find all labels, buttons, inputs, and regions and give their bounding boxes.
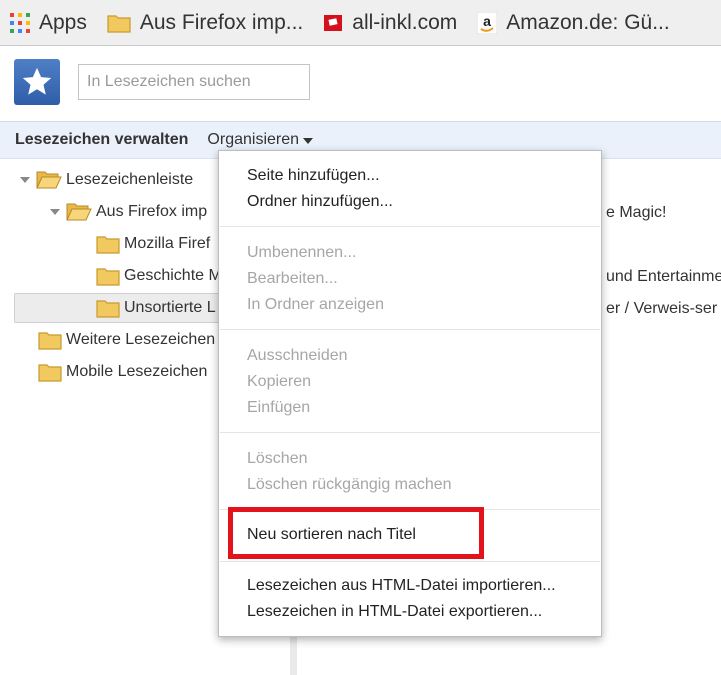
tree-item-label: Geschichte M <box>124 267 222 284</box>
apps-grid-icon <box>10 12 30 33</box>
tree-item-label: Mobile Lesezeichen <box>66 363 208 380</box>
organize-dropdown-menu: Seite hinzufügen... Ordner hinzufügen...… <box>218 150 602 637</box>
tree-item-geschichte[interactable]: Geschichte M <box>96 261 222 291</box>
tree-item-label: Aus Firefox imp <box>96 203 208 220</box>
chevron-down-icon <box>303 138 314 144</box>
svg-text:a: a <box>483 13 491 29</box>
amazon-logo-icon: a <box>477 11 498 34</box>
menu-item-export-html[interactable]: Lesezeichen in HTML-Datei exportieren... <box>247 603 542 621</box>
tree-item-label: Lesezeichenleiste <box>66 171 194 188</box>
header <box>0 47 721 121</box>
menu-separator <box>220 561 600 562</box>
bookmark-label: Amazon.de: Gü... <box>506 10 670 34</box>
menu-item-rename: Umbenennen... <box>247 244 357 261</box>
menu-item-cut: Ausschneiden <box>247 347 348 364</box>
open-folder-icon <box>36 170 62 190</box>
menu-item-import-html[interactable]: Lesezeichen aus HTML-Datei importieren..… <box>247 577 556 595</box>
expand-triangle-icon[interactable] <box>50 209 60 215</box>
bookmark-amazon[interactable]: a Amazon.de: Gü... <box>467 0 679 46</box>
tree-item-mobile[interactable]: Mobile Lesezeichen <box>38 357 207 387</box>
menu-item-copy: Kopieren <box>247 373 312 390</box>
folder-icon <box>38 330 62 350</box>
bookmark-list-item[interactable]: er / Verweis-ser <box>606 300 717 318</box>
tree-item-mozilla[interactable]: Mozilla Firef <box>96 229 210 259</box>
open-folder-icon <box>66 202 92 222</box>
tree-item-aus-firefox[interactable]: Aus Firefox imp <box>50 197 207 227</box>
organize-menu-button[interactable]: Organisieren <box>207 131 314 149</box>
menu-item-edit: Bearbeiten... <box>247 270 338 287</box>
menu-item-add-folder[interactable]: Ordner hinzufügen... <box>247 193 393 211</box>
tree-item-label: Weitere Lesezeichen <box>66 331 216 348</box>
folder-icon <box>96 266 120 286</box>
menu-item-delete: Löschen <box>247 450 308 467</box>
organize-label: Organisieren <box>207 131 300 148</box>
all-inkl-logo-icon <box>323 13 343 33</box>
menu-item-undo-delete: Löschen rückgängig machen <box>247 476 452 493</box>
menu-item-add-page[interactable]: Seite hinzufügen... <box>247 167 380 185</box>
folder-icon <box>38 362 62 382</box>
bookmarks-star-logo <box>14 59 60 105</box>
menu-separator <box>220 329 600 330</box>
page-title: Lesezeichen verwalten <box>15 131 189 148</box>
menu-item-paste: Einfügen <box>247 399 311 416</box>
bookmark-label: all-inkl.com <box>352 10 458 34</box>
tree-item-weitere[interactable]: Weitere Lesezeichen <box>38 325 215 355</box>
tree-item-lesezeichenleiste[interactable]: Lesezeichenleiste <box>20 165 193 195</box>
folder-icon <box>107 13 131 33</box>
folder-icon <box>96 298 120 318</box>
bookmark-firefox-folder[interactable]: Aus Firefox imp... <box>97 0 313 46</box>
bookmark-label: Apps <box>39 10 87 34</box>
bookmark-list-item[interactable]: und Entertainme <box>606 268 721 286</box>
expand-triangle-icon[interactable] <box>20 177 30 183</box>
bookmark-list-item[interactable]: e Magic! <box>606 204 666 222</box>
menu-item-show-in-folder: In Ordner anzeigen <box>247 296 384 313</box>
bookmark-all-inkl[interactable]: all-inkl.com <box>313 0 467 46</box>
bookmark-apps[interactable]: Apps <box>0 0 97 46</box>
search-input[interactable] <box>78 64 310 100</box>
folder-icon <box>96 234 120 254</box>
tree-item-label: Mozilla Firef <box>124 235 211 252</box>
menu-separator <box>220 226 600 227</box>
bookmark-label: Aus Firefox imp... <box>139 10 304 34</box>
tree-item-label: Unsortierte L <box>124 299 216 316</box>
menu-separator <box>220 432 600 433</box>
bookmarks-bar: Apps Aus Firefox imp... all-inkl.com a A… <box>0 0 721 46</box>
highlight-annotation-box <box>228 507 484 559</box>
